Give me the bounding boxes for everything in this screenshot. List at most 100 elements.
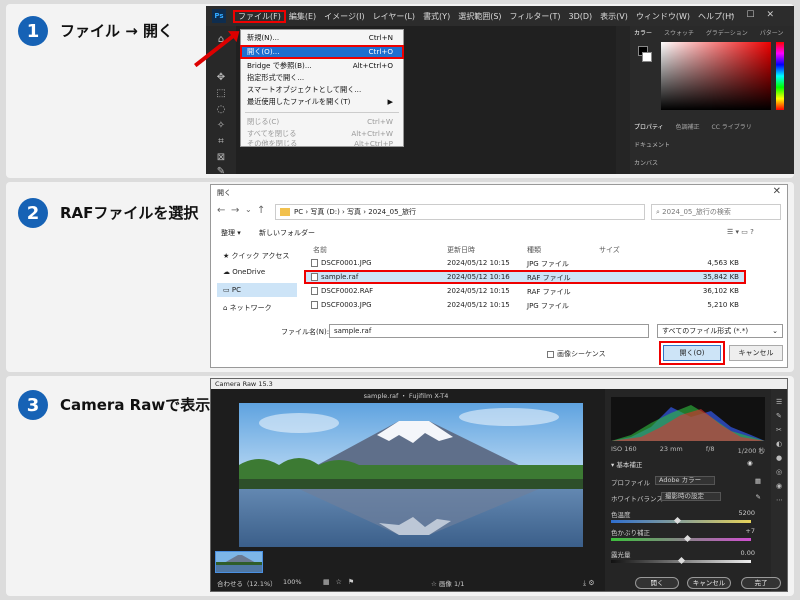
menu-filter[interactable]: フィルター(T) xyxy=(506,11,565,22)
column-date[interactable]: 更新日時 xyxy=(447,245,475,255)
menu-file[interactable]: ファイル(F) xyxy=(233,9,286,23)
file-type: RAF ファイル xyxy=(527,274,571,282)
white-balance-row: ホワイトバランス 撮影時の設定 ✎ xyxy=(611,492,765,503)
file-row[interactable]: DSCF0002.RAF 2024/05/12 10:15 RAF ファイル 3… xyxy=(305,285,745,297)
crop-tool-icon[interactable]: ⌗ xyxy=(214,136,228,148)
menu-window[interactable]: ウィンドウ(W) xyxy=(632,11,694,22)
new-folder-button[interactable]: 新しいフォルダー xyxy=(259,228,315,238)
file-row-selected[interactable]: sample.raf 2024/05/12 10:16 RAF ファイル 35,… xyxy=(304,270,746,284)
eyedropper-icon[interactable]: ✎ xyxy=(214,166,228,174)
path-pc[interactable]: PC xyxy=(294,208,303,216)
path-trip-folder[interactable]: 2024_05_旅行 xyxy=(368,207,416,217)
frame-tool-icon[interactable]: ⊠ xyxy=(214,152,228,164)
browse-profiles-icon[interactable]: ▦ xyxy=(755,477,761,485)
view-icons[interactable]: ▦☆⚑ xyxy=(323,578,360,586)
filename-input[interactable]: sample.raf xyxy=(329,324,649,338)
file-row[interactable]: DSCF0003.JPG 2024/05/12 10:15 JPG ファイル 5… xyxy=(305,299,745,311)
menu-item-open-recent[interactable]: 最近使用したファイルを開く(T) ▶ xyxy=(241,96,403,108)
sidebar-item-pc[interactable]: ▭ PC xyxy=(217,283,297,297)
image-count-label: 画像 1/1 xyxy=(438,580,465,588)
filmstrip-thumbnail[interactable] xyxy=(215,551,263,573)
file-name: sample.raf xyxy=(321,273,359,281)
column-type[interactable]: 種類 xyxy=(527,245,541,255)
window-controls[interactable]: –☐✕ xyxy=(730,10,786,20)
tab-properties[interactable]: プロパティ xyxy=(634,124,664,131)
magic-wand-icon[interactable]: ✧ xyxy=(214,120,228,132)
sidebar-label: PC xyxy=(231,286,241,294)
menu-view[interactable]: 表示(V) xyxy=(596,11,632,22)
tint-value[interactable]: +7 xyxy=(745,527,755,535)
organize-button[interactable]: 整理 ▾ xyxy=(221,228,241,238)
image-sequence-checkbox[interactable]: 画像シーケンス xyxy=(547,349,606,359)
zoom-percent[interactable]: 100% xyxy=(283,578,302,586)
column-size[interactable]: サイズ xyxy=(599,245,620,255)
exposure-slider[interactable] xyxy=(611,556,751,565)
tab-adjustments[interactable]: 色調補正 xyxy=(676,124,700,131)
basic-section-header[interactable]: ▾ 基本補正 ◉ xyxy=(611,459,753,469)
tab-patterns[interactable]: パターン xyxy=(760,30,784,37)
sidebar-item-quick-access[interactable]: ★ クイック アクセス xyxy=(217,249,297,263)
menu-item-new[interactable]: 新規(N)... Ctrl+N xyxy=(241,32,403,44)
path-photos[interactable]: 写真 xyxy=(347,207,361,217)
profile-select[interactable]: Adobe カラー xyxy=(655,476,715,485)
cancel-button[interactable]: キャンセル xyxy=(729,345,783,361)
sidebar-label: ネットワーク xyxy=(229,304,272,312)
menu-type[interactable]: 書式(Y) xyxy=(419,11,454,22)
fit-zoom-label[interactable]: 合わせる（12.1%） xyxy=(217,578,277,588)
hue-slider[interactable] xyxy=(776,42,784,110)
eyedropper-icon[interactable]: ✎ xyxy=(756,493,761,501)
column-name[interactable]: 名前 xyxy=(313,245,327,255)
lasso-tool-icon[interactable]: ◌ xyxy=(214,104,228,116)
color-picker-field[interactable] xyxy=(661,42,771,110)
path-drive[interactable]: 写真 (D:) xyxy=(310,207,339,217)
filetype-select[interactable]: すべてのファイル形式 (*.*) ⌄ xyxy=(657,324,783,338)
photoshop-logo: Ps xyxy=(212,9,226,23)
up-icon[interactable]: ↑ xyxy=(257,205,265,216)
menu-layer[interactable]: レイヤー(L) xyxy=(369,11,419,22)
open-button[interactable]: 開く(O) xyxy=(659,341,725,365)
close-icon[interactable]: ✕ xyxy=(773,186,781,197)
menu-item-close-others[interactable]: その他を閉じる Alt+Ctrl+P xyxy=(241,140,403,148)
cancel-button[interactable]: キャンセル xyxy=(687,577,731,589)
menu-edit[interactable]: 編集(E) xyxy=(285,11,320,22)
step2-title: RAFファイルを選択 xyxy=(60,204,199,222)
menu-item-open[interactable]: 開く(O)... Ctrl+O xyxy=(240,45,404,59)
marquee-tool-icon[interactable]: ⬚ xyxy=(214,88,228,100)
preview-image xyxy=(239,403,583,547)
save-icons[interactable]: ⤓ ⚙ xyxy=(583,579,595,588)
menu-item-bridge[interactable]: Bridge で参照(B)... Alt+Ctrl+O xyxy=(241,60,403,72)
tab-cc-libraries[interactable]: CC ライブラリ xyxy=(712,124,752,131)
chevron-down-icon[interactable]: ⌄ xyxy=(245,205,252,214)
address-bar[interactable]: PC › 写真 (D:) › 写真 › 2024_05_旅行 xyxy=(275,204,645,220)
temperature-value[interactable]: 5200 xyxy=(738,509,755,517)
tab-color[interactable]: カラー xyxy=(634,30,652,37)
file-row[interactable]: DSCF0001.JPG 2024/05/12 10:15 JPG ファイル 4… xyxy=(305,257,745,269)
photoshop-window: Ps ファイル(F) 編集(E) イメージ(I) レイヤー(L) 書式(Y) 選… xyxy=(206,6,794,174)
menu-item-open-smart-object[interactable]: スマートオブジェクトとして開く... xyxy=(241,84,403,96)
sidebar-item-network[interactable]: ⌂ ネットワーク xyxy=(217,301,297,315)
sidebar-item-onedrive[interactable]: ☁ OneDrive xyxy=(217,265,297,279)
step1-number: 1 xyxy=(18,16,48,46)
section-label: 基本補正 xyxy=(616,461,643,469)
done-button[interactable]: 完了 xyxy=(741,577,781,589)
menu-image[interactable]: イメージ(I) xyxy=(320,11,368,22)
menu-item-open-as[interactable]: 指定形式で開く... xyxy=(241,72,403,84)
tab-gradients[interactable]: グラデーション xyxy=(706,30,748,37)
open-button[interactable]: 開く xyxy=(635,577,679,589)
back-icon[interactable]: ← xyxy=(217,205,225,216)
visibility-icon[interactable]: ◉ xyxy=(747,459,753,467)
menu-3d[interactable]: 3D(D) xyxy=(565,12,597,21)
tab-swatches[interactable]: スウォッチ xyxy=(664,30,694,37)
view-options-icon[interactable]: ☰ ▾ ▭ ? xyxy=(727,228,754,236)
menu-item-close[interactable]: 閉じる(C) Ctrl+W xyxy=(241,116,403,128)
white-balance-select[interactable]: 撮影時の設定 xyxy=(661,492,721,501)
background-color-swatch[interactable] xyxy=(642,52,652,62)
exposure-value[interactable]: 0.00 xyxy=(741,549,755,557)
move-tool-icon[interactable]: ✥ xyxy=(214,72,228,84)
tint-slider[interactable] xyxy=(611,534,751,543)
forward-icon[interactable]: → xyxy=(231,205,239,216)
search-input[interactable]: ⌕ 2024_05_旅行の検索 xyxy=(651,204,781,220)
menu-select[interactable]: 選択範囲(S) xyxy=(454,11,505,22)
temperature-slider[interactable] xyxy=(611,516,751,525)
edit-tools-icons[interactable]: ☰ ✎ ✂ ◐ ● ◎ ◉ ⋯ xyxy=(776,395,783,507)
